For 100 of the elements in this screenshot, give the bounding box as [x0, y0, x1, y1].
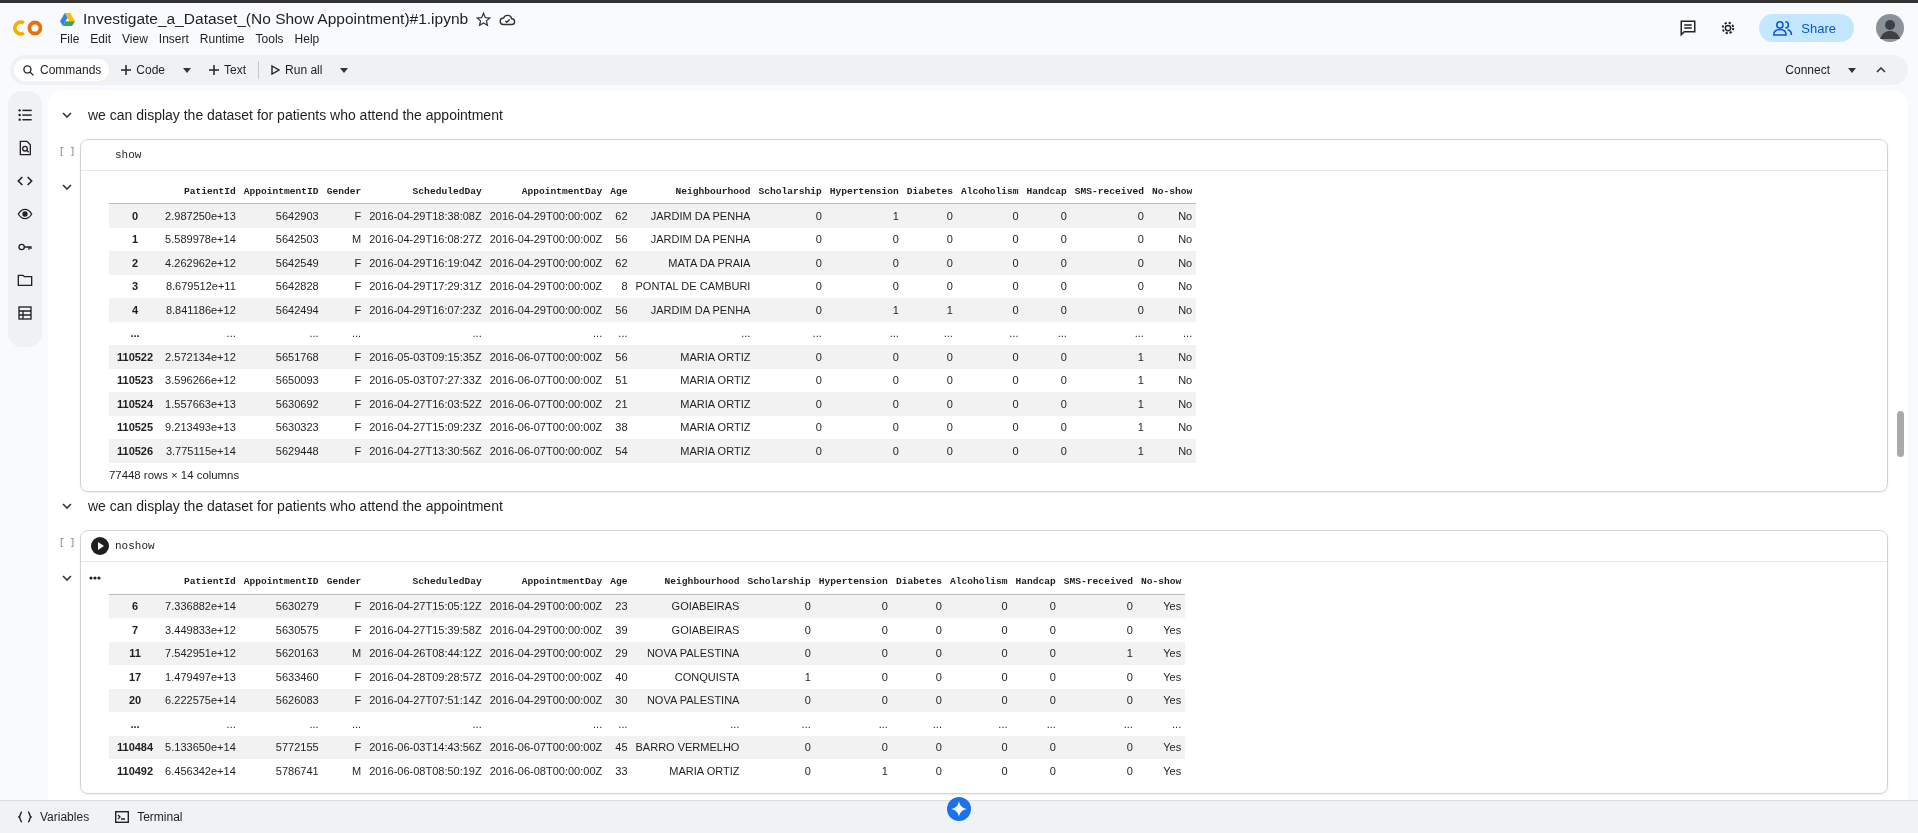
- row-index: 2: [109, 251, 162, 275]
- table-cell: NOVA PALESTINA: [631, 641, 744, 665]
- run-cell-button[interactable]: [91, 536, 109, 555]
- chevron-icon[interactable]: [62, 112, 72, 118]
- table-cell: 8.841186e+12: [161, 298, 240, 322]
- table-cell: 0: [945, 641, 1012, 665]
- row-index: 110484: [109, 735, 162, 759]
- table-cell: 0: [1011, 618, 1060, 642]
- commands-button[interactable]: Commands: [14, 59, 110, 81]
- caret-icon[interactable]: [340, 67, 349, 73]
- table-cell: 5.133650e+14: [161, 735, 240, 759]
- table-cell: 0: [1070, 227, 1148, 251]
- avatar-icon[interactable]: [1876, 14, 1904, 42]
- table-cell: 2016-04-28T09:28:57Z: [365, 665, 486, 689]
- table-cell: 0: [956, 203, 1023, 228]
- column-header: Gender: [322, 179, 366, 204]
- more-icon[interactable]: [89, 575, 101, 580]
- column-header: Diabetes: [891, 569, 946, 594]
- table-cell: ...: [814, 712, 892, 736]
- table-cell: 0: [743, 688, 815, 712]
- table-cell: F: [322, 298, 366, 322]
- menu-item[interactable]: Runtime: [199, 32, 245, 46]
- table-cell: 33: [606, 759, 632, 783]
- table-cell: 0: [1022, 251, 1071, 275]
- table-cell: 0: [1011, 735, 1060, 759]
- connect-button[interactable]: Connect: [1781, 60, 1834, 80]
- code-text[interactable]: noshow: [115, 539, 155, 552]
- menu-item[interactable]: Tools: [255, 32, 284, 46]
- table-cell: ...: [825, 321, 903, 345]
- table-cell: 0: [956, 274, 1023, 298]
- table-icon[interactable]: [17, 305, 33, 321]
- braces-icon: [18, 811, 32, 823]
- variables-button[interactable]: Variables: [12, 809, 96, 825]
- table-cell: 7.336882e+14: [161, 594, 240, 618]
- table-cell: 1.479497e+13: [161, 665, 240, 689]
- table-cell: 62: [606, 251, 632, 275]
- table-cell: F: [322, 594, 366, 618]
- table-cell: 0: [945, 665, 1012, 689]
- add-text-button[interactable]: Text: [205, 60, 251, 80]
- caret-icon[interactable]: [183, 67, 192, 73]
- chevron-icon[interactable]: [62, 502, 72, 509]
- table-cell: 2016-05-03T09:15:35Z: [365, 345, 486, 369]
- table-cell: 0: [754, 251, 826, 275]
- star-icon[interactable]: [476, 11, 492, 27]
- chevron-icon[interactable]: [62, 184, 72, 190]
- table-cell: ...: [743, 712, 815, 736]
- table-cell: Yes: [1136, 735, 1186, 759]
- table-cell: 5630575: [239, 618, 323, 642]
- table-cell: 6.456342e+14: [161, 759, 240, 783]
- table-cell: 5620163: [239, 641, 323, 665]
- chevron-icon[interactable]: [62, 574, 72, 581]
- column-header: SMS-received: [1070, 179, 1148, 204]
- table-cell: 2016-04-29T00:00:00Z: [485, 203, 607, 228]
- people-icon: [1773, 20, 1794, 36]
- terminal-button[interactable]: Terminal: [109, 809, 189, 825]
- row-index: 7: [109, 618, 162, 642]
- table-cell: 5650093: [239, 368, 323, 392]
- table-cell: 5772155: [239, 735, 323, 759]
- menu-item[interactable]: File: [60, 32, 80, 46]
- table-cell: M: [322, 759, 366, 783]
- table-cell: 2016-04-27T07:51:14Z: [365, 688, 486, 712]
- menu-item[interactable]: Help: [294, 32, 320, 46]
- table-cell: MARIA ORTIZ: [631, 439, 755, 463]
- comment-icon[interactable]: [1679, 19, 1698, 37]
- scrollbar-thumb[interactable]: [1897, 411, 1904, 457]
- row-index: 20: [109, 688, 162, 712]
- table-cell: 2.572134e+12: [161, 345, 240, 369]
- table-cell: ...: [956, 321, 1023, 345]
- sparkle-icon[interactable]: [947, 797, 971, 821]
- caret-icon[interactable]: [1848, 67, 1856, 73]
- row-index: 6: [109, 594, 162, 618]
- document-search-icon[interactable]: [17, 140, 33, 156]
- notebook-title[interactable]: Investigate_a_Dataset_(No Show Appointment)#1.ipynb: [83, 10, 469, 28]
- add-code-button[interactable]: Code: [117, 60, 170, 80]
- share-button[interactable]: Share: [1759, 14, 1854, 42]
- code-text[interactable]: show: [115, 149, 142, 161]
- table-cell: ...: [239, 321, 323, 345]
- table-cell: ...: [606, 321, 632, 345]
- table-cell: 0: [754, 368, 826, 392]
- column-header: Scholarship: [754, 179, 826, 204]
- collapse-icon[interactable]: [1876, 67, 1886, 73]
- table-cell: 2016-06-08T00:00:00Z: [485, 759, 607, 783]
- table-cell: 0: [945, 759, 1012, 783]
- table-cell: 0: [945, 594, 1012, 618]
- table-cell: 0: [1059, 759, 1137, 783]
- menu-item[interactable]: View: [122, 32, 148, 46]
- table-cell: 0: [1011, 759, 1060, 783]
- column-header: Neighbourhood: [631, 179, 755, 204]
- table-cell: 1: [814, 759, 892, 783]
- table-cell: F: [322, 735, 366, 759]
- menu-item[interactable]: Insert: [158, 32, 189, 46]
- run-all-button[interactable]: Run all: [267, 60, 327, 80]
- folder-icon[interactable]: [17, 272, 33, 288]
- menu-item[interactable]: Edit: [90, 32, 112, 46]
- table-cell: ...: [891, 712, 946, 736]
- list-icon[interactable]: [17, 107, 33, 123]
- table-cell: 0: [743, 641, 815, 665]
- table-cell: 56: [606, 345, 632, 369]
- eye-icon[interactable]: [17, 206, 33, 222]
- column-header: AppointmentDay: [485, 179, 607, 204]
